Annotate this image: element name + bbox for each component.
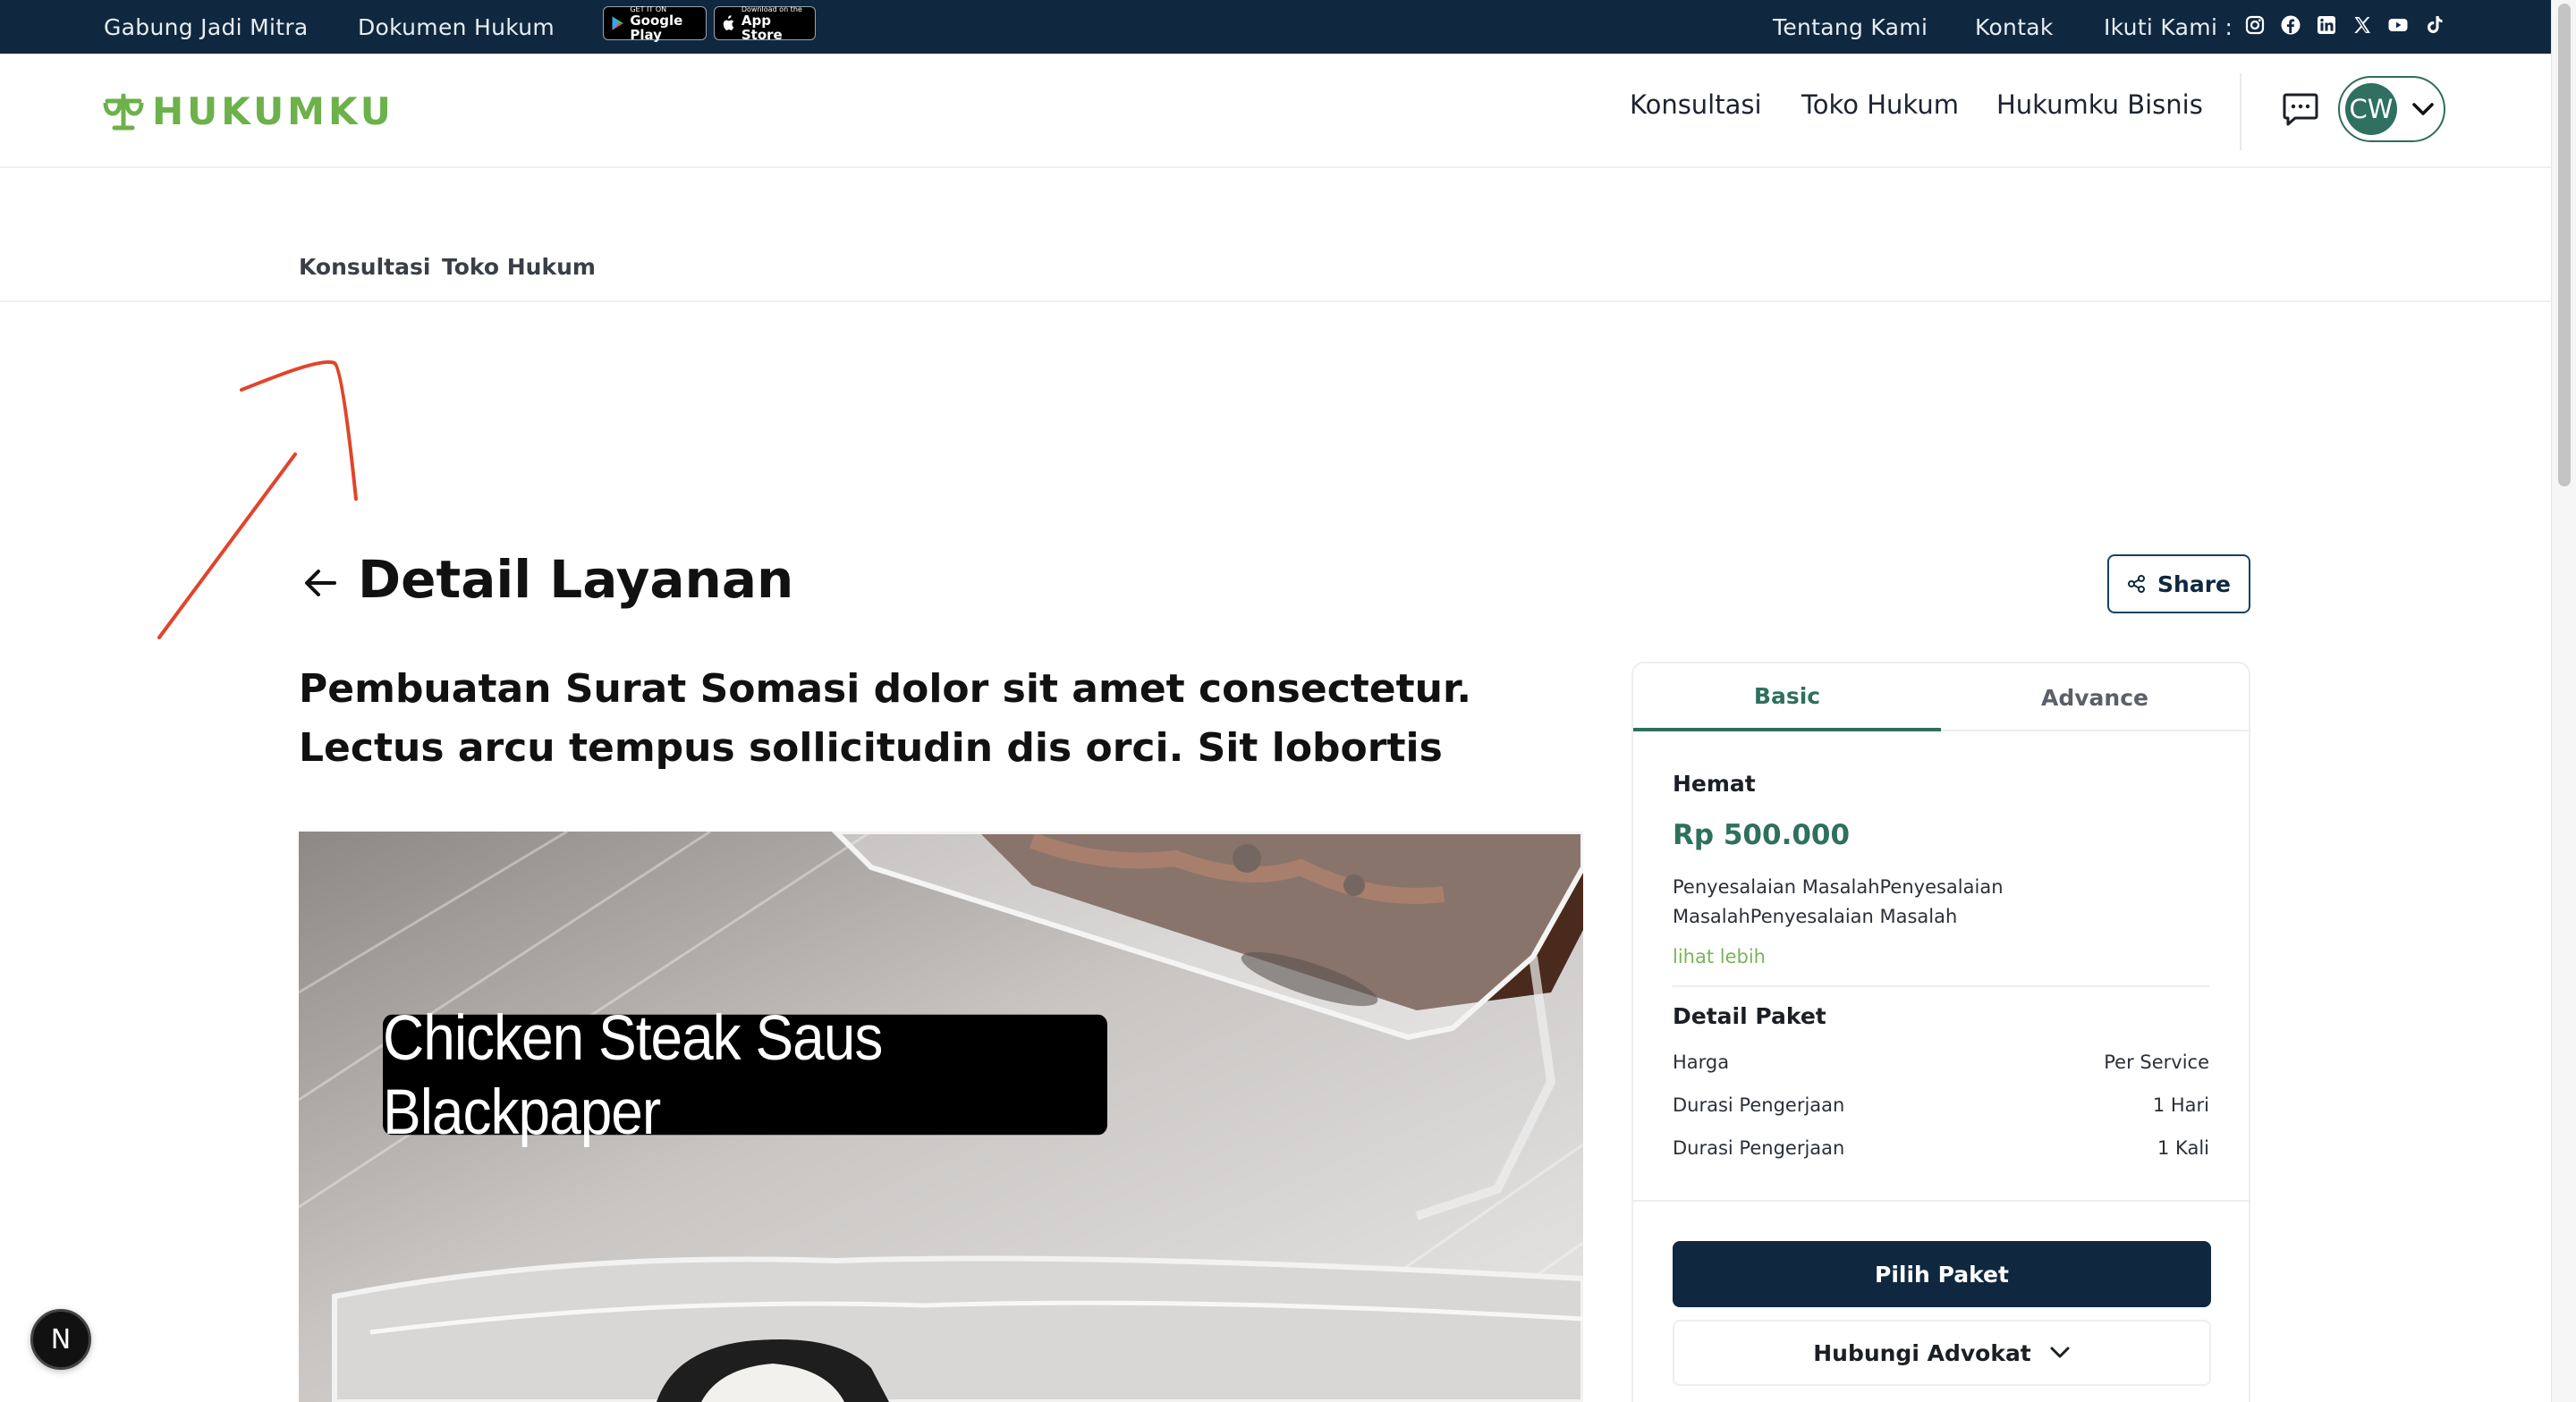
app-store-badge[interactable]: Download on the App Store [714,5,816,43]
nav-toko-hukum[interactable]: Toko Hukum [1801,89,1959,120]
package-price: Rp 500.000 [1673,819,1851,851]
google-play-big: Google Play [630,12,683,43]
package-description: Penyesalaian MasalahPenyesalaian Masalah… [1673,876,2004,927]
header-divider [2240,73,2241,150]
detail-label: Harga [1673,1052,1730,1073]
facebook-icon[interactable] [2279,13,2302,38]
dokumen-hukum-link[interactable]: Dokumen Hukum [358,0,555,54]
detail-value: 1 Hari [2152,1094,2209,1116]
scrollbar-thumb[interactable] [2558,4,2571,486]
contact-advocate-label: Hubungi Advokat [1813,1339,2031,1366]
sub-nav: Konsultasi Toko Hukum [0,168,2551,302]
tab-advance[interactable]: Advance [1941,663,2249,731]
linkedin-icon[interactable] [2315,13,2338,38]
tentang-kami-link[interactable]: Tentang Kami [1773,0,1928,54]
photo-caption: Chicken Steak Saus Blackpaper [383,1001,1107,1148]
ikuti-kami-label: Ikuti Kami : [2104,13,2233,40]
google-play-badge[interactable]: GET IT ON Google Play [603,5,707,43]
package-divider [1673,985,2209,987]
see-more-link[interactable]: lihat lebih [1673,946,1766,967]
detail-label: Durasi Pengerjaan [1673,1094,1845,1116]
instagram-icon[interactable] [2243,13,2267,38]
app-store-big: App Store [741,12,783,43]
back-arrow-icon[interactable] [301,563,340,603]
apple-icon [723,15,734,30]
chat-icon[interactable] [2281,89,2320,129]
package-detail-title: Detail Paket [1673,1003,1826,1029]
floating-n-button[interactable]: N [30,1309,91,1370]
detail-row: Durasi Pengerjaan 1 Kali [1673,1137,2209,1164]
x-icon[interactable] [2351,13,2374,38]
main-header: HUKUMKU Konsultasi Toko Hukum Hukumku Bi… [0,54,2551,168]
page-title: Detail Layanan [358,549,794,610]
chevron-down-icon [2412,103,2434,115]
choose-package-button[interactable]: Pilih Paket [1673,1241,2211,1307]
card-divider [1633,1200,2249,1202]
scale-logo-icon [103,93,144,130]
detail-row: Durasi Pengerjaan 1 Hari [1673,1094,2209,1121]
package-card: Basic Advance Hemat Rp 500.000 Penyesala… [1631,662,2250,1402]
contact-advocate-button[interactable]: Hubungi Advokat [1673,1320,2211,1386]
tiktok-icon[interactable] [2422,13,2445,38]
share-icon [2128,575,2146,593]
package-name: Hemat [1673,771,1756,797]
google-play-icon [612,16,623,30]
detail-row: Harga Per Service [1673,1052,2209,1078]
hukumku-logo[interactable]: HUKUMKU [102,89,394,133]
tab-basic[interactable]: Basic [1633,663,1941,731]
nav-hukumku-bisnis[interactable]: Hukumku Bisnis [1996,89,2203,120]
gabung-mitra-link[interactable]: Gabung Jadi Mitra [104,0,309,54]
red-annotation-arrow [157,359,358,639]
package-tabs: Basic Advance [1633,663,2249,731]
service-title: Pembuatan Surat Somasi dolor sit amet co… [299,666,1472,771]
detail-value: Per Service [2104,1052,2209,1073]
kontak-link[interactable]: Kontak [1975,0,2054,54]
top-bar: Gabung Jadi Mitra Dokumen Hukum GET IT O… [0,0,2551,54]
detail-value: 1 Kali [2157,1137,2209,1159]
subnav-konsultasi[interactable]: Konsultasi [299,254,430,280]
page-scrollbar[interactable] [2551,0,2576,1402]
youtube-icon[interactable] [2386,13,2410,38]
service-photo: Chicken Steak Saus Blackpaper [299,832,1583,1402]
logo-text: HUKUMKU [152,89,394,133]
detail-label: Durasi Pengerjaan [1673,1137,1845,1159]
chevron-down-icon [2050,1347,2070,1358]
subnav-toko-hukum[interactable]: Toko Hukum [442,254,596,280]
user-menu[interactable]: CW [2338,76,2445,142]
share-label: Share [2157,570,2231,597]
nav-konsultasi[interactable]: Konsultasi [1630,89,1762,120]
share-button[interactable]: Share [2107,554,2250,613]
avatar: CW [2345,83,2397,135]
